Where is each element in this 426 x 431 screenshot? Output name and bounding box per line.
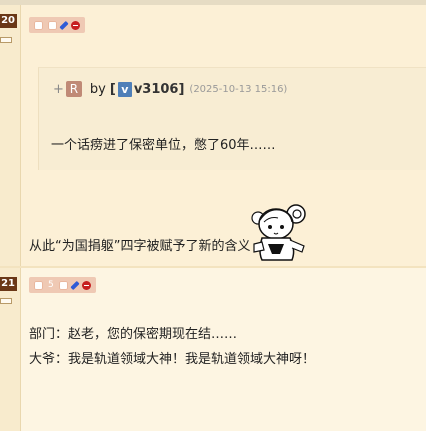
thumbs-down-icon[interactable] <box>58 280 68 290</box>
quote-header: + R by [ v v3106] (2025-10-13 15:16) <box>53 81 287 97</box>
plus-icon[interactable]: + <box>53 82 64 97</box>
mascot-sticker <box>251 204 306 261</box>
thumbs-down-icon[interactable] <box>48 20 57 30</box>
user-rank-bar <box>0 298 12 304</box>
user-avatar-badge: v <box>117 81 132 97</box>
post-sidebar <box>0 5 21 267</box>
thumbs-up-icon[interactable] <box>34 280 43 290</box>
post-sidebar <box>0 268 21 431</box>
like-count: 5 <box>48 280 54 290</box>
reply-button[interactable]: R <box>65 81 82 97</box>
thumbs-up-icon[interactable] <box>34 20 43 30</box>
edit-icon[interactable] <box>70 280 80 290</box>
by-label: by <box>89 81 106 97</box>
post-line: 大爷：我是轨道领域大神！我是轨道领域大神呀！ <box>29 352 316 367</box>
user-rank-bar <box>0 37 12 43</box>
block-icon[interactable] <box>81 280 91 290</box>
post-toolbar: 5 <box>29 277 96 293</box>
quote-block: + R by [ v v3106] (2025-10-13 15:16) 一个话… <box>38 67 426 170</box>
quoted-user[interactable]: [ v v3106] <box>109 81 185 97</box>
post-line: 部门：赵老，您的保密期现在结…… <box>29 327 238 342</box>
quote-expand[interactable]: + R <box>53 81 82 97</box>
quoted-username[interactable]: v3106] <box>134 82 185 97</box>
post-21: 21 5 部门：赵老，您的保密期现在结…… 大爷：我是轨道领域大神！我是轨道领域… <box>0 268 426 431</box>
post-text: 从此“为国捐躯”四字被赋予了新的含义 <box>29 239 251 254</box>
edit-icon[interactable] <box>59 20 69 30</box>
block-icon[interactable] <box>71 20 80 30</box>
user-bracket: [ <box>109 81 116 97</box>
quote-text: 一个话痨进了保密单位，憋了60年…… <box>51 138 276 153</box>
post-20: 20 + R by [ v v3106] (2025-10-13 15:16) … <box>0 5 426 267</box>
quote-date: (2025-10-13 15:16) <box>189 83 288 95</box>
post-toolbar <box>29 17 85 33</box>
floor-number: 21 <box>0 277 17 291</box>
floor-number: 20 <box>0 14 17 28</box>
